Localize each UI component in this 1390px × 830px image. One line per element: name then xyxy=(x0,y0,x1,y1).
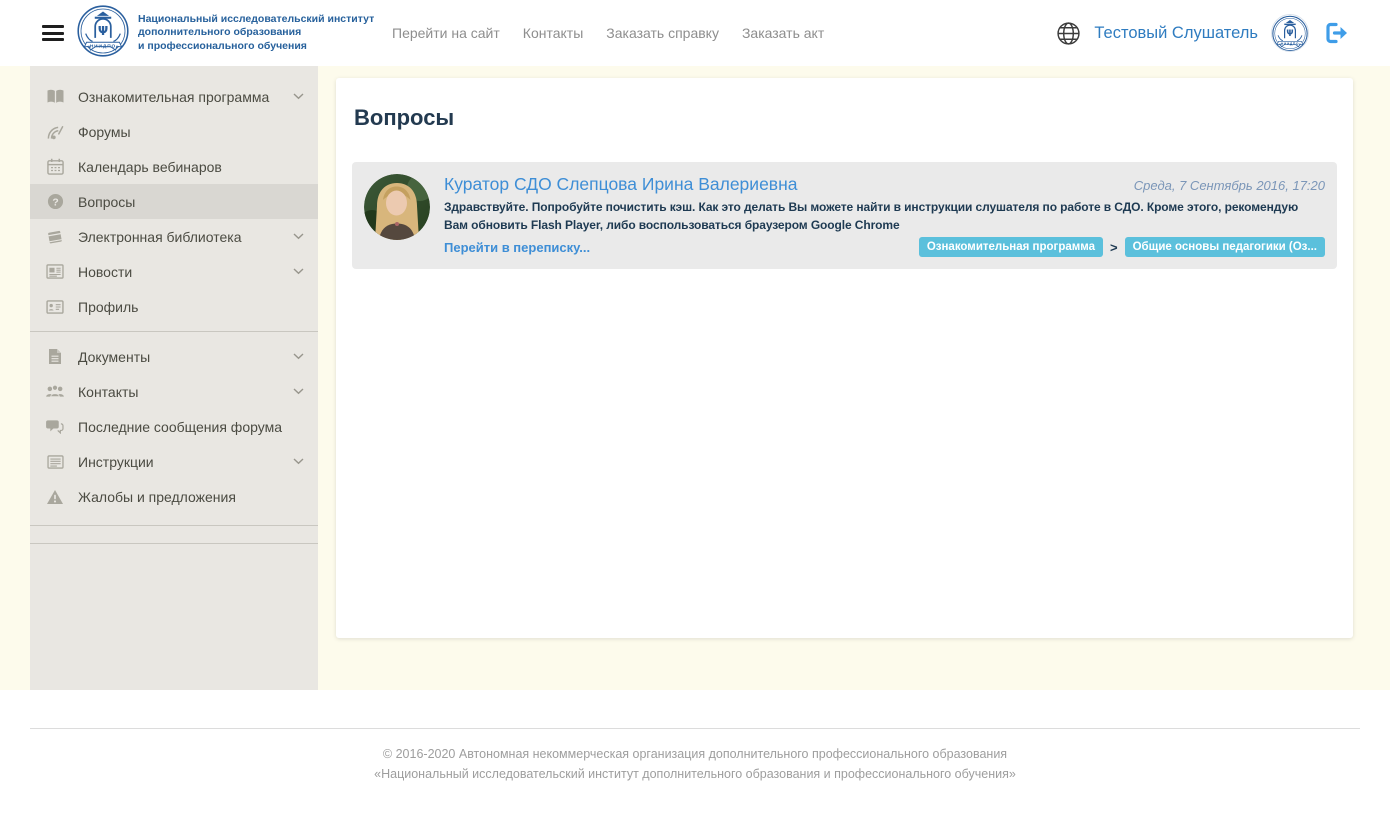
sidebar-divider-gap xyxy=(30,533,318,543)
library-icon xyxy=(45,229,65,245)
sidebar-item-complaints[interactable]: Жалобы и предложения xyxy=(30,479,318,514)
news-icon xyxy=(45,264,65,279)
top-header: Ψ НИИДПО Национальный исследовательский … xyxy=(0,0,1390,66)
chevron-down-icon xyxy=(287,233,304,240)
sidebar-item-profile[interactable]: Профиль xyxy=(30,289,318,324)
sidebar-item-label: Ознакомительная программа xyxy=(78,89,287,105)
sidebar-item-label: Инструкции xyxy=(78,454,287,470)
institution-name: Национальный исследовательский институт … xyxy=(138,13,376,54)
users-icon xyxy=(45,384,65,399)
message-text: Здравствуйте. Попробуйте почистить кэш. … xyxy=(444,198,1325,234)
sidebar-item-documents[interactable]: Документы xyxy=(30,339,318,374)
svg-text:Ψ: Ψ xyxy=(98,23,108,37)
sidebar-item-label: Календарь вебинаров xyxy=(78,159,304,175)
header-nav: Перейти на сайт Контакты Заказать справку З… xyxy=(392,25,824,41)
sidebar-divider xyxy=(30,525,318,526)
message-date: Среда, 7 Сентябрь 2016, 17:20 xyxy=(1134,178,1325,193)
sidebar-group: Ознакомительная программа Форумы Календарь… xyxy=(30,79,318,324)
tag-separator: > xyxy=(1110,240,1118,255)
calendar-icon xyxy=(45,158,65,175)
main-panel: Вопросы xyxy=(336,78,1353,638)
svg-text:Ψ: Ψ xyxy=(1286,28,1293,38)
footer-divider xyxy=(30,728,1360,729)
svg-text:?: ? xyxy=(52,197,58,208)
institution-name-line: Национальный исследовательский институт xyxy=(138,13,376,27)
sidebar-item-label: Форумы xyxy=(78,124,304,140)
nav-link-order-certificate[interactable]: Заказать справку xyxy=(606,25,719,41)
sidebar-item-label: Документы xyxy=(78,349,287,365)
sidebar-divider xyxy=(30,331,318,332)
hamburger-menu-button[interactable] xyxy=(42,25,64,41)
chevron-down-icon xyxy=(287,268,304,275)
chevron-down-icon xyxy=(287,388,304,395)
profile-icon xyxy=(45,300,65,314)
user-name-link[interactable]: Тестовый Слушатель xyxy=(1094,24,1258,43)
sidebar-item-label: Электронная библиотека xyxy=(78,229,287,245)
message-body: Куратор СДО Слепцова Ирина Валериевна Ср… xyxy=(444,174,1325,257)
sidebar-group: Документы Контакты Последние сообщения фор… xyxy=(30,339,318,514)
page-title: Вопросы xyxy=(354,105,1337,131)
forum-icon xyxy=(45,124,65,140)
footer-institution: «Национальный исследовательский институт… xyxy=(0,764,1390,784)
nav-link-order-act[interactable]: Заказать акт xyxy=(742,25,824,41)
institution-logo[interactable]: Ψ НИИДПО xyxy=(77,5,129,62)
warning-icon xyxy=(45,489,65,505)
page-footer: © 2016-2020 Автономная некоммерческая ор… xyxy=(0,690,1390,830)
institution-name-line: и профессионального обучения xyxy=(138,40,376,54)
user-avatar[interactable]: Ψ НИИДПО xyxy=(1271,14,1309,52)
sidebar-item-contacts[interactable]: Контакты xyxy=(30,374,318,409)
nav-link-contacts[interactable]: Контакты xyxy=(523,25,583,41)
document-icon xyxy=(45,348,65,365)
sidebar-item-label: Вопросы xyxy=(78,194,304,210)
chat-icon xyxy=(45,419,65,434)
sidebar-item-intro-program[interactable]: Ознакомительная программа xyxy=(30,79,318,114)
sidebar: Ознакомительная программа Форумы Календарь… xyxy=(30,66,318,690)
footer-copyright: © 2016-2020 Автономная некоммерческая ор… xyxy=(0,744,1390,764)
sidebar-item-latest-forum-posts[interactable]: Последние сообщения форума xyxy=(30,409,318,444)
chevron-down-icon xyxy=(287,93,304,100)
sidebar-item-forums[interactable]: Форумы xyxy=(30,114,318,149)
sidebar-divider xyxy=(30,543,318,544)
sidebar-item-webinar-calendar[interactable]: Календарь вебинаров xyxy=(30,149,318,184)
instructions-icon xyxy=(45,455,65,469)
sidebar-item-news[interactable]: Новости xyxy=(30,254,318,289)
sidebar-item-label: Новости xyxy=(78,264,287,280)
message-tags: Ознакомительная программа > Общие основы… xyxy=(919,237,1325,257)
chevron-down-icon xyxy=(287,353,304,360)
sidebar-item-instructions[interactable]: Инструкции xyxy=(30,444,318,479)
sidebar-item-label: Последние сообщения форума xyxy=(78,419,304,435)
svg-text:НИИДПО: НИИДПО xyxy=(90,43,116,49)
logout-icon[interactable] xyxy=(1324,21,1350,45)
sidebar-item-e-library[interactable]: Электронная библиотека xyxy=(30,219,318,254)
sidebar-item-label: Жалобы и предложения xyxy=(78,489,304,505)
tag-badge-program[interactable]: Ознакомительная программа xyxy=(919,237,1103,257)
author-link[interactable]: Куратор СДО Слепцова Ирина Валериевна xyxy=(444,174,798,195)
question-icon: ? xyxy=(45,193,65,210)
tag-badge-course[interactable]: Общие основы педагогики (Оз... xyxy=(1125,237,1325,257)
svg-text:НИИДПО: НИИДПО xyxy=(1281,42,1299,46)
nav-link-go-to-site[interactable]: Перейти на сайт xyxy=(392,25,500,41)
header-user-area: Тестовый Слушатель Ψ НИИДПО xyxy=(1056,14,1350,52)
author-avatar[interactable] xyxy=(364,174,430,240)
content-area: Ознакомительная программа Форумы Календарь… xyxy=(0,66,1390,690)
book-icon xyxy=(45,89,65,105)
sidebar-item-label: Профиль xyxy=(78,299,304,315)
message-card: Куратор СДО Слепцова Ирина Валериевна Ср… xyxy=(352,162,1337,269)
sidebar-item-label: Контакты xyxy=(78,384,287,400)
globe-icon[interactable] xyxy=(1056,21,1081,46)
go-to-conversation-link[interactable]: Перейти в переписку... xyxy=(444,240,590,255)
sidebar-item-questions[interactable]: ? Вопросы xyxy=(30,184,318,219)
chevron-down-icon xyxy=(287,458,304,465)
institution-name-line: дополнительного образования xyxy=(138,26,376,40)
